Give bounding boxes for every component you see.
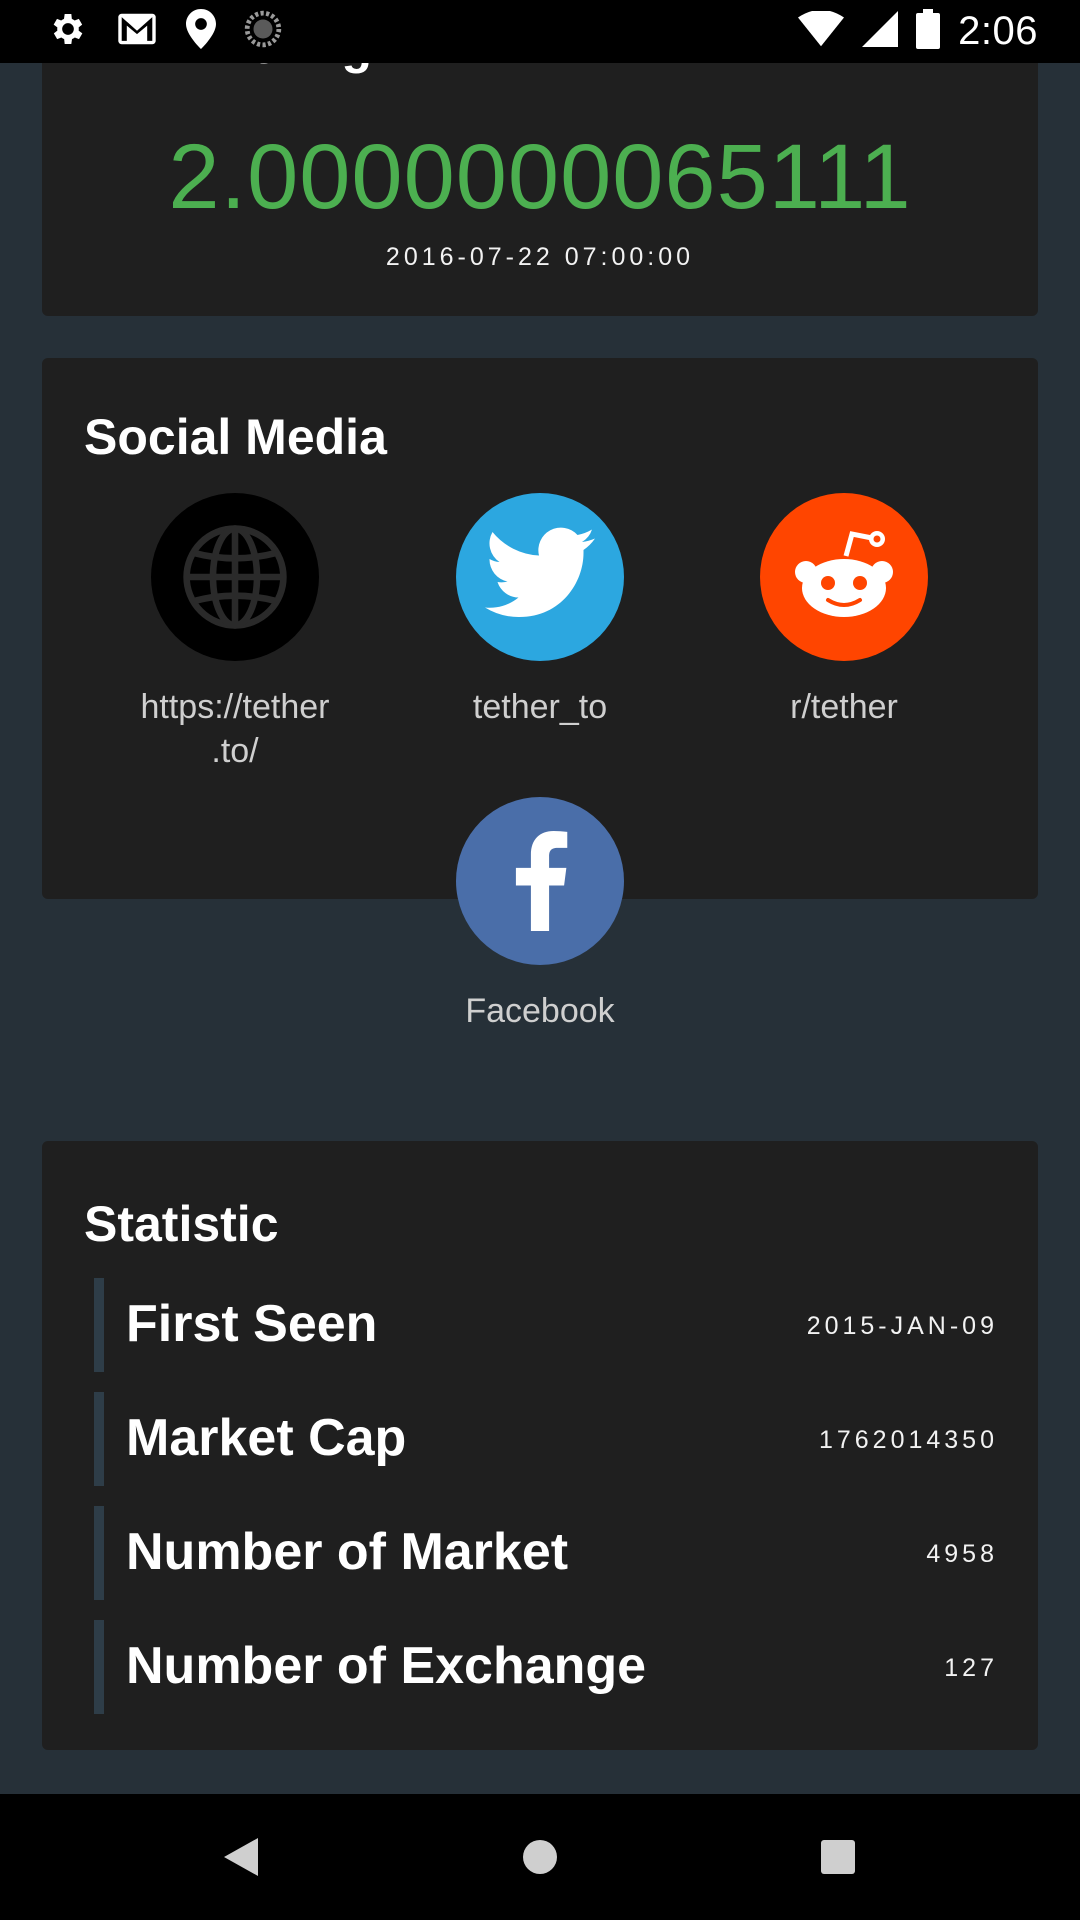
social-label-reddit: r/tether (790, 688, 898, 726)
sync-icon (244, 10, 282, 53)
stat-label: Number of Exchange (126, 1637, 647, 1695)
navigation-bar (0, 1794, 1080, 1920)
social-media-card: Social Media https://tether .to/ tether_… (42, 358, 1038, 1030)
reddit-icon (760, 493, 928, 661)
clock: 2:06 (958, 9, 1038, 53)
stat-row-first-seen: First Seen 2015-JAN-09 (94, 1278, 998, 1372)
home-icon[interactable] (522, 1839, 558, 1875)
settings-icon (48, 9, 88, 54)
stat-label: First Seen (126, 1295, 378, 1353)
stat-value: 127 (944, 1654, 998, 1682)
social-label-website: https://tether .to/ (140, 688, 330, 770)
stat-row-number-of-market: Number of Market 4958 (94, 1506, 998, 1600)
social-item-website[interactable]: https://tether .to/ (110, 493, 360, 773)
ath-value: 2.0000000065111 (168, 126, 912, 228)
globe-icon (151, 493, 319, 661)
content-scroll-area[interactable]: All Time High 2.0000000065111 2016-07-22… (0, 63, 1080, 1794)
stat-row-market-cap: Market Cap 1762014350 (94, 1392, 998, 1486)
stat-label: Number of Market (126, 1523, 569, 1581)
social-item-facebook[interactable]: Facebook (415, 797, 665, 1033)
ath-date: 2016-07-22 07:00:00 (385, 243, 695, 271)
location-icon (186, 9, 216, 54)
all-time-high-card: All Time High 2.0000000065111 2016-07-22… (42, 63, 1038, 316)
stat-row-number-of-exchange: Number of Exchange 127 (94, 1620, 998, 1714)
social-label-twitter: tether_to (472, 688, 608, 726)
social-item-reddit[interactable]: r/tether (719, 493, 969, 729)
stat-label: Market Cap (126, 1409, 407, 1467)
facebook-icon (456, 797, 624, 965)
stat-value: 2015-JAN-09 (806, 1312, 998, 1340)
gmail-icon (116, 12, 158, 51)
statistic-title: Statistic (84, 1196, 279, 1252)
signal-icon (862, 11, 899, 52)
recents-icon[interactable] (821, 1840, 855, 1874)
social-media-title: Social Media (84, 409, 387, 465)
battery-icon (916, 9, 941, 54)
back-icon[interactable] (224, 1838, 258, 1876)
wifi-icon (798, 9, 845, 52)
twitter-icon (456, 493, 624, 661)
status-bar: 2:06 (0, 0, 1080, 63)
social-item-twitter[interactable]: tether_to (415, 493, 665, 729)
statistic-card: Statistic First Seen 2015-JAN-09 Market … (42, 1141, 1038, 1750)
ath-title: All Time High (84, 63, 403, 75)
social-label-facebook: Facebook (465, 992, 615, 1030)
stat-value: 1762014350 (818, 1426, 998, 1454)
stat-value: 4958 (926, 1540, 998, 1568)
